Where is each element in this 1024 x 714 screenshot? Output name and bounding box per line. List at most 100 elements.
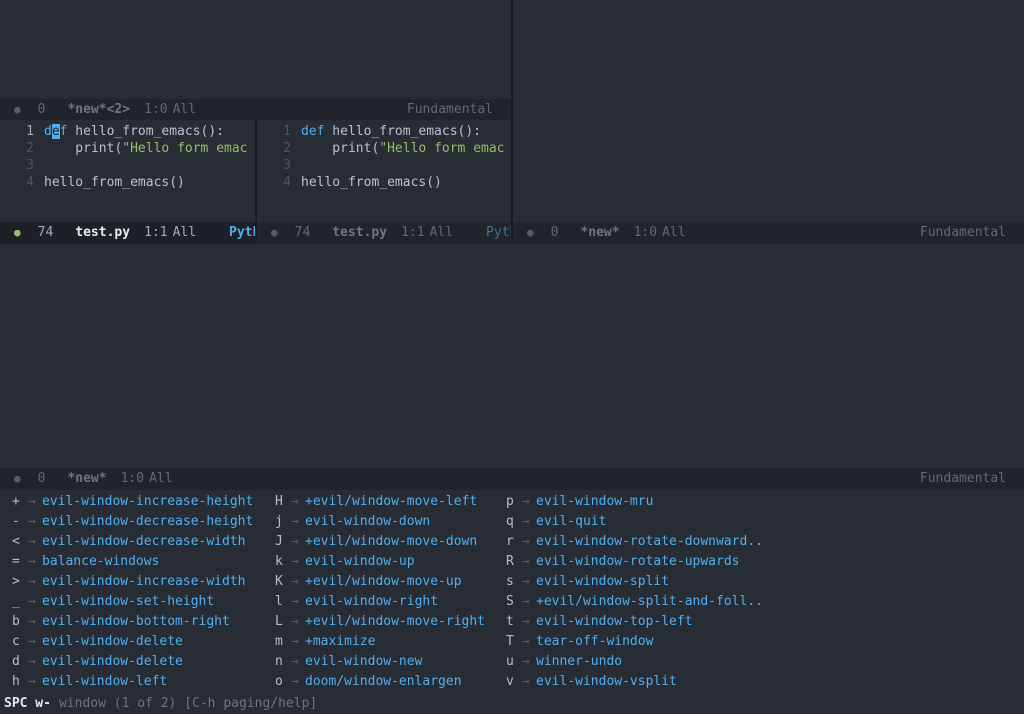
scroll-position: All (662, 225, 686, 240)
code-text: print("Hello form emac (44, 140, 248, 157)
arrow-icon: → (291, 514, 299, 529)
code-line: 3 (0, 157, 255, 174)
buffer-size: 74 (294, 225, 311, 240)
keybinding-row: _ → evil-window-set-height (12, 592, 263, 612)
binding-key: T (506, 634, 514, 649)
binding-key: K (275, 574, 283, 589)
binding-command: evil-window-increase-width (42, 574, 246, 589)
binding-key: r (506, 534, 514, 549)
cursor-position: 1:0 (120, 471, 145, 486)
binding-command: evil-window-delete (42, 634, 183, 649)
code-token: "Hello form emac (122, 141, 248, 156)
buffer-name: *new* (67, 471, 107, 486)
arrow-icon: → (28, 514, 36, 529)
line-number: 1 (283, 124, 291, 139)
modeline-test-py-left[interactable]: ● 74 test.py 1:1 All Python (0, 222, 255, 244)
binding-key: t (506, 614, 514, 629)
binding-command: evil-window-rotate-upwards (536, 554, 740, 569)
code-line: 1 def hello_from_emacs(): (0, 123, 255, 140)
modeline-new-2[interactable]: ● 0 *new*<2> 1:0 All Fundamental (0, 99, 511, 120)
line-number: 4 (26, 175, 34, 190)
binding-command: evil-quit (536, 514, 607, 529)
binding-command: evil-window-new (305, 654, 423, 669)
code-text: def hello_from_emacs(): (44, 123, 224, 140)
arrow-icon: → (291, 654, 299, 669)
arrow-icon: → (291, 594, 299, 609)
code-token: def (301, 124, 325, 139)
arrow-icon: → (28, 494, 36, 509)
buffer-window-new-main[interactable] (0, 244, 1024, 468)
arrow-icon: → (522, 514, 530, 529)
buffer-name: *new* (580, 225, 620, 240)
arrow-icon: → (28, 594, 36, 609)
code-line: 1 def hello_from_emacs(): (257, 123, 511, 140)
arrow-icon: → (28, 654, 36, 669)
key-sequence-prefix: SPC w- (4, 696, 51, 711)
code-text: hello_from_emacs() (301, 174, 442, 191)
keybinding-row: b → evil-window-bottom-right (12, 612, 263, 632)
arrow-icon: → (522, 674, 530, 689)
arrow-icon: → (291, 574, 299, 589)
arrow-icon: → (522, 574, 530, 589)
buffer-window-new-2[interactable] (0, 0, 511, 99)
binding-key: d (12, 654, 20, 669)
code-window-left[interactable]: 1 def hello_from_emacs(): 2 print("Hello f… (0, 120, 255, 222)
modified-indicator-dot: ● (14, 472, 21, 485)
modeline-new-topright[interactable]: ● 0 *new* 1:0 All Fundamental (513, 222, 1024, 244)
binding-command: evil-window-increase-height (42, 494, 254, 509)
which-key-column-2: H → +evil/window-move-left j → evil-window-do… (263, 492, 494, 692)
cursor-position: 1:0 (144, 102, 168, 117)
binding-command: winner-undo (536, 654, 623, 669)
binding-key: p (506, 494, 514, 509)
binding-key: l (275, 594, 283, 609)
binding-key: L (275, 614, 283, 629)
binding-key: < (12, 534, 20, 549)
keybinding-row: o → doom/window-enlargen (275, 672, 494, 692)
binding-key: s (506, 574, 514, 589)
modeline-new-main[interactable]: ● 0 *new* 1:0 All Fundamental (0, 468, 1024, 490)
code-line: 4 hello_from_emacs() (257, 174, 511, 191)
major-mode: Fundamental (919, 471, 1006, 486)
keybinding-row: T → tear-off-window (506, 632, 1024, 652)
binding-key: R (506, 554, 514, 569)
arrow-icon: → (522, 654, 530, 669)
code-token: print( (44, 141, 123, 156)
keybinding-row: > → evil-window-increase-width (12, 572, 263, 592)
scroll-position: All (172, 225, 197, 240)
cursor-position: 1:1 (144, 225, 168, 240)
modeline-test-py-right[interactable]: ● 74 test.py 1:1 All Python (257, 222, 511, 244)
which-key-column-3: p → evil-window-mru q → evil-quit r → evil-windo… (494, 492, 1024, 692)
keybinding-row: J → +evil/window-move-down (275, 532, 494, 552)
binding-key: b (12, 614, 20, 629)
buffer-name: test.py (332, 225, 388, 240)
major-mode: Fundamental (919, 225, 1006, 240)
buffer-size: 0 (550, 225, 559, 240)
code-window-right[interactable]: 1 def hello_from_emacs(): 2 print("Hello f… (257, 120, 511, 222)
keybinding-row: v → evil-window-vsplit (506, 672, 1024, 692)
keybinding-row: m → +maximize (275, 632, 494, 652)
buffer-window-new-topright[interactable] (513, 0, 1024, 222)
line-number: 4 (283, 175, 291, 190)
binding-command: balance-windows (42, 554, 160, 569)
binding-command: evil-window-top-left (536, 614, 693, 629)
binding-command: +evil/window-move-down (305, 534, 478, 549)
code-text: hello_from_emacs() (44, 174, 185, 191)
keybinding-row: s → evil-window-split (506, 572, 1024, 592)
arrow-icon: → (291, 634, 299, 649)
cursor-position: 1:0 (633, 225, 658, 240)
binding-key: _ (12, 594, 20, 609)
binding-command: evil-window-delete (42, 654, 183, 669)
arrow-icon: → (28, 554, 36, 569)
binding-key: o (275, 674, 283, 689)
code-token: d (44, 124, 52, 139)
line-number: 2 (26, 141, 34, 156)
arrow-icon: → (522, 634, 530, 649)
arrow-icon: → (28, 634, 36, 649)
binding-key: j (275, 514, 283, 529)
echo-area[interactable]: SPC w-window (1 of 2) [C-h paging/help] (0, 694, 1024, 714)
which-key-paging-hint: window (1 of 2) [C-h paging/help] (58, 696, 318, 711)
binding-command: evil-window-decrease-width (42, 534, 246, 549)
keybinding-row: d → evil-window-delete (12, 652, 263, 672)
which-key-panel: + → evil-window-increase-height - → evil-wind… (0, 490, 1024, 694)
line-number: 3 (26, 158, 34, 173)
